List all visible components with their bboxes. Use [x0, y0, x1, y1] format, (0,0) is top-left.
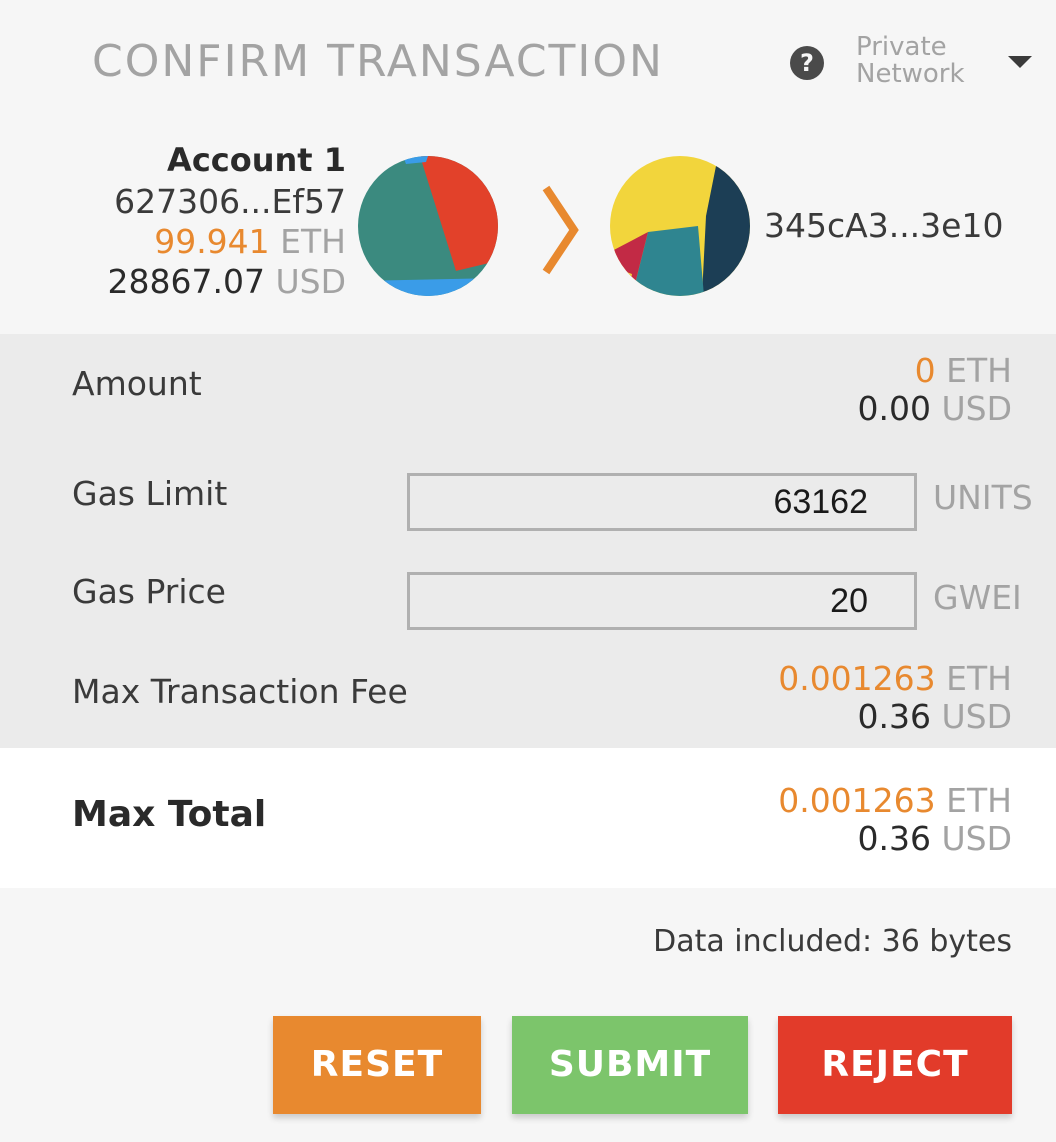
chevron-down-icon[interactable] [1008, 56, 1032, 68]
max-total-usd-value: 0.36 [857, 819, 931, 858]
transaction-details: Amount 0 ETH 0.00 USD Gas Limit 63162 UN… [0, 334, 1056, 748]
network-selector[interactable]: Private Network [856, 34, 996, 88]
max-total-eth-unit: ETH [946, 781, 1012, 820]
submit-button[interactable]: SUBMIT [512, 1016, 748, 1114]
page-title: CONFIRM TRANSACTION [92, 36, 664, 87]
max-fee-usd-value: 0.36 [857, 697, 931, 736]
max-total-usd-unit: USD [941, 819, 1012, 858]
amount-value: 0 ETH 0.00 USD [858, 352, 1013, 428]
amount-eth-value: 0 [914, 351, 936, 390]
max-fee-usd-unit: USD [941, 697, 1012, 736]
help-icon[interactable]: ? [790, 46, 824, 80]
from-balance-usd-value: 28867.07 [107, 262, 265, 301]
amount-label: Amount [72, 364, 202, 403]
gas-price-input[interactable]: 20 [407, 572, 917, 630]
max-fee-eth-unit: ETH [946, 659, 1012, 698]
network-label-line1: Private [856, 32, 947, 62]
max-total-usd: 0.36 USD [778, 819, 1013, 858]
max-fee-eth-value: 0.001263 [778, 659, 936, 698]
max-fee-eth: 0.001263 ETH [778, 660, 1012, 698]
amount-usd: 0.00 USD [858, 390, 1013, 428]
network-label-line2: Network [856, 59, 965, 89]
from-balance-eth: 99.941 ETH [108, 222, 346, 262]
max-total-label: Max Total [72, 794, 267, 835]
gas-price-label: Gas Price [72, 572, 226, 611]
amount-usd-unit: USD [941, 389, 1012, 428]
max-fee-value: 0.001263 ETH 0.36 USD [778, 660, 1012, 736]
amount-usd-value: 0.00 [857, 389, 931, 428]
account-summary: Account 1 627306...Ef57 99.941 ETH 28867… [0, 130, 1056, 330]
max-fee-label: Max Transaction Fee [72, 672, 408, 711]
gas-price-unit: GWEI [933, 578, 1022, 617]
gas-limit-input[interactable]: 63162 [407, 473, 917, 531]
amount-eth-unit: ETH [946, 351, 1012, 390]
from-balance-eth-value: 99.941 [154, 222, 270, 261]
reset-button[interactable]: RESET [273, 1016, 481, 1114]
to-account-address: 345cA3...3e10 [764, 206, 1004, 245]
from-balance-eth-unit: ETH [280, 222, 346, 261]
from-balance-usd: 28867.07 USD [108, 262, 346, 302]
gas-limit-unit: UNITS [933, 478, 1033, 517]
amount-eth: 0 ETH [858, 351, 1012, 390]
reject-button[interactable]: REJECT [778, 1016, 1012, 1114]
from-balance-usd-unit: USD [275, 262, 346, 301]
arrow-right-icon [542, 185, 579, 275]
max-fee-usd: 0.36 USD [778, 697, 1013, 736]
max-total-value: 0.001263 ETH 0.36 USD [778, 782, 1012, 858]
from-account-info: Account 1 627306...Ef57 99.941 ETH 28867… [108, 138, 346, 302]
to-identicon [610, 156, 750, 296]
from-account-address: 627306...Ef57 [114, 182, 346, 221]
from-identicon [358, 156, 498, 296]
header: CONFIRM TRANSACTION ? Private Network [0, 0, 1056, 120]
data-included-note: Data included: 36 bytes [653, 924, 1012, 959]
from-account-name: Account 1 [167, 141, 346, 179]
max-total-eth: 0.001263 ETH [778, 782, 1012, 820]
max-total-eth-value: 0.001263 [778, 781, 936, 820]
gas-limit-label: Gas Limit [72, 474, 228, 513]
max-total-section: Max Total 0.001263 ETH 0.36 USD [0, 748, 1056, 888]
